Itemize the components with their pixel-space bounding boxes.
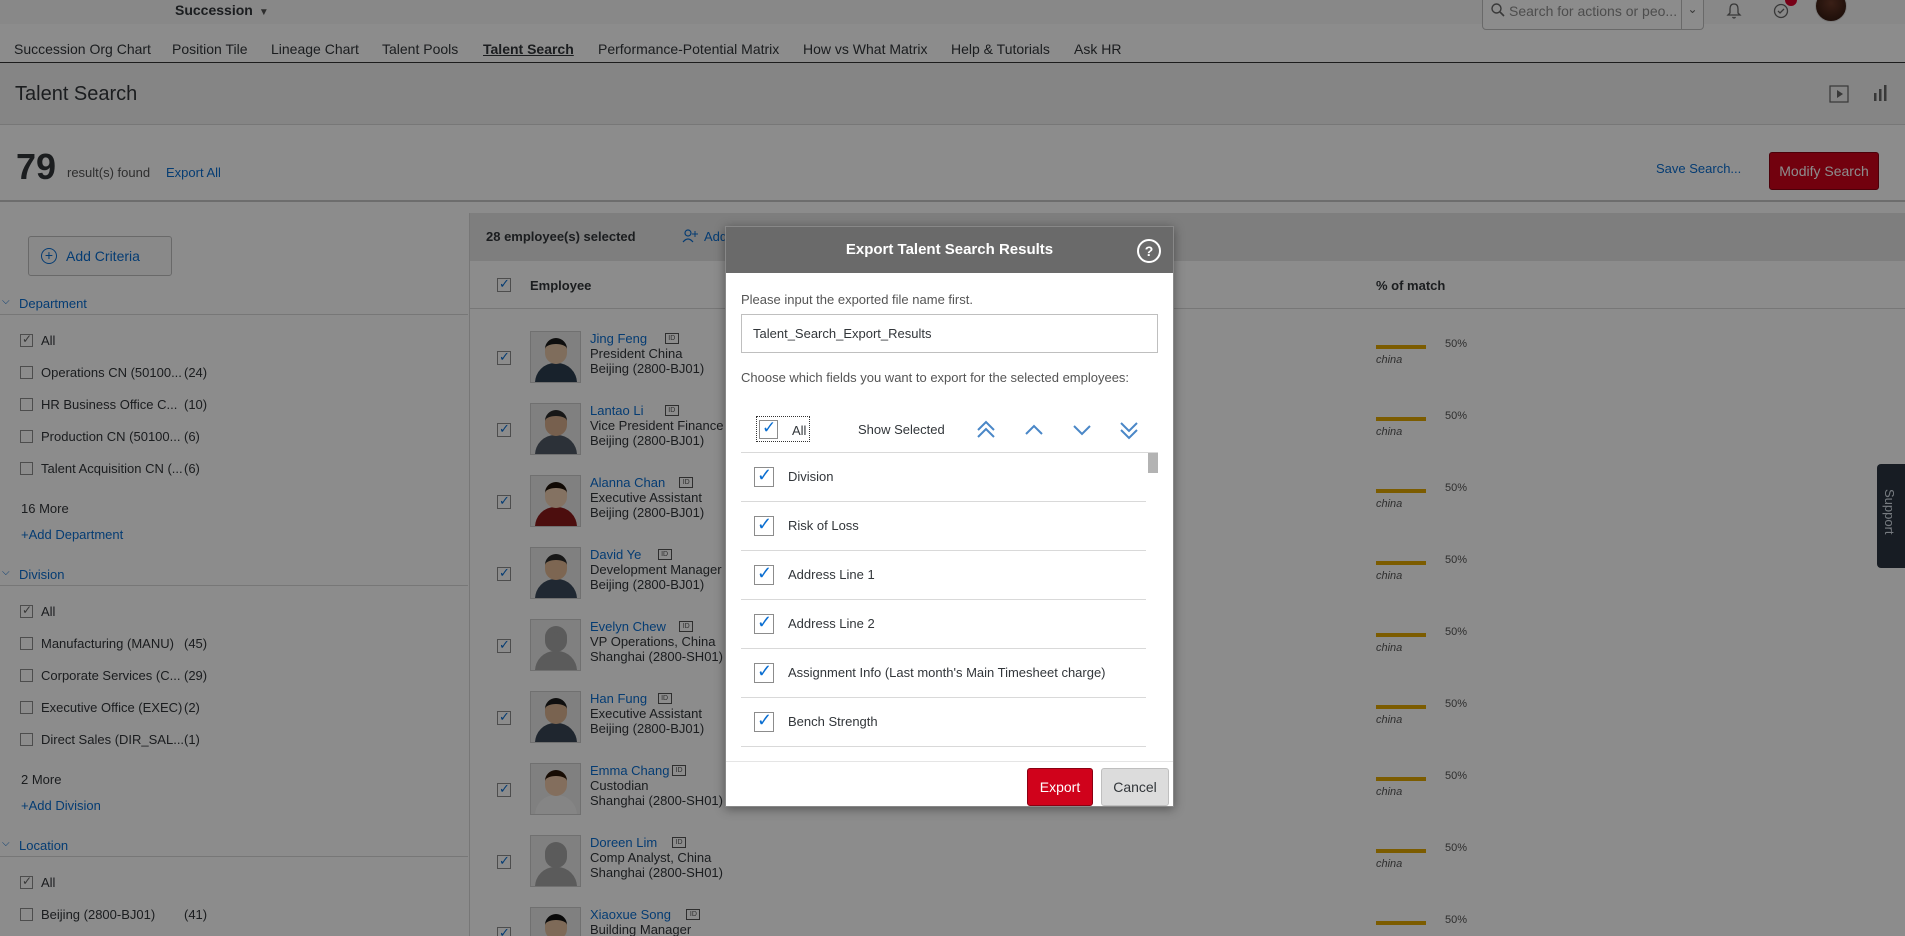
field-label: Risk of Loss <box>788 518 859 533</box>
field-row[interactable]: Address Line 2 <box>741 600 1146 649</box>
fields-label: Choose which fields you want to export f… <box>741 370 1130 385</box>
export-field-list: Division Risk of Loss Address Line 1 Add… <box>741 453 1158 749</box>
export-dialog: Export Talent Search Results ? Please in… <box>725 226 1174 807</box>
double-chevron-up-icon <box>977 420 995 438</box>
fields-toolbar: All Show Selected <box>741 409 1158 453</box>
field-row[interactable]: Division <box>741 453 1146 502</box>
field-checkbox[interactable] <box>754 514 774 536</box>
all-label: All <box>792 423 807 438</box>
field-row[interactable]: Bench Strength <box>741 698 1146 747</box>
export-button[interactable]: Export <box>1027 768 1093 806</box>
field-checkbox[interactable] <box>754 563 774 585</box>
dialog-header: Export Talent Search Results ? <box>726 227 1173 273</box>
help-icon[interactable]: ? <box>1137 239 1161 263</box>
show-selected-toggle[interactable]: Show Selected <box>858 422 945 437</box>
field-label: Assignment Info (Last month's Main Times… <box>788 665 1106 680</box>
select-all-fields[interactable]: All <box>756 416 810 442</box>
move-to-bottom-button[interactable] <box>1114 417 1144 443</box>
field-row[interactable]: Risk of Loss <box>741 502 1146 551</box>
field-label: Address Line 1 <box>788 567 875 582</box>
field-row[interactable]: Address Line 1 <box>741 551 1146 600</box>
chevron-down-icon <box>1073 425 1091 436</box>
field-label: Address Line 2 <box>788 616 875 631</box>
select-all-fields-checkbox[interactable] <box>759 418 778 439</box>
field-checkbox[interactable] <box>754 612 774 634</box>
file-name-input[interactable] <box>741 314 1158 353</box>
file-name-label: Please input the exported file name firs… <box>741 292 973 307</box>
field-list-scrollbar[interactable] <box>1148 453 1158 749</box>
move-down-button[interactable] <box>1067 417 1097 443</box>
dialog-title: Export Talent Search Results <box>845 241 1054 258</box>
chevron-up-icon <box>1025 424 1043 435</box>
field-label: Division <box>788 469 834 484</box>
scrollbar-thumb[interactable] <box>1148 453 1158 473</box>
field-label: Bench Strength <box>788 714 878 729</box>
field-checkbox[interactable] <box>754 710 774 732</box>
dialog-footer: Export Cancel <box>726 761 1173 807</box>
field-checkbox[interactable] <box>754 661 774 683</box>
move-to-top-button[interactable] <box>971 417 1001 443</box>
double-chevron-down-icon <box>1120 422 1138 440</box>
field-row[interactable]: Assignment Info (Last month's Main Times… <box>741 649 1146 698</box>
cancel-button[interactable]: Cancel <box>1101 768 1169 806</box>
move-up-button[interactable] <box>1019 417 1049 443</box>
field-checkbox[interactable] <box>754 465 774 487</box>
